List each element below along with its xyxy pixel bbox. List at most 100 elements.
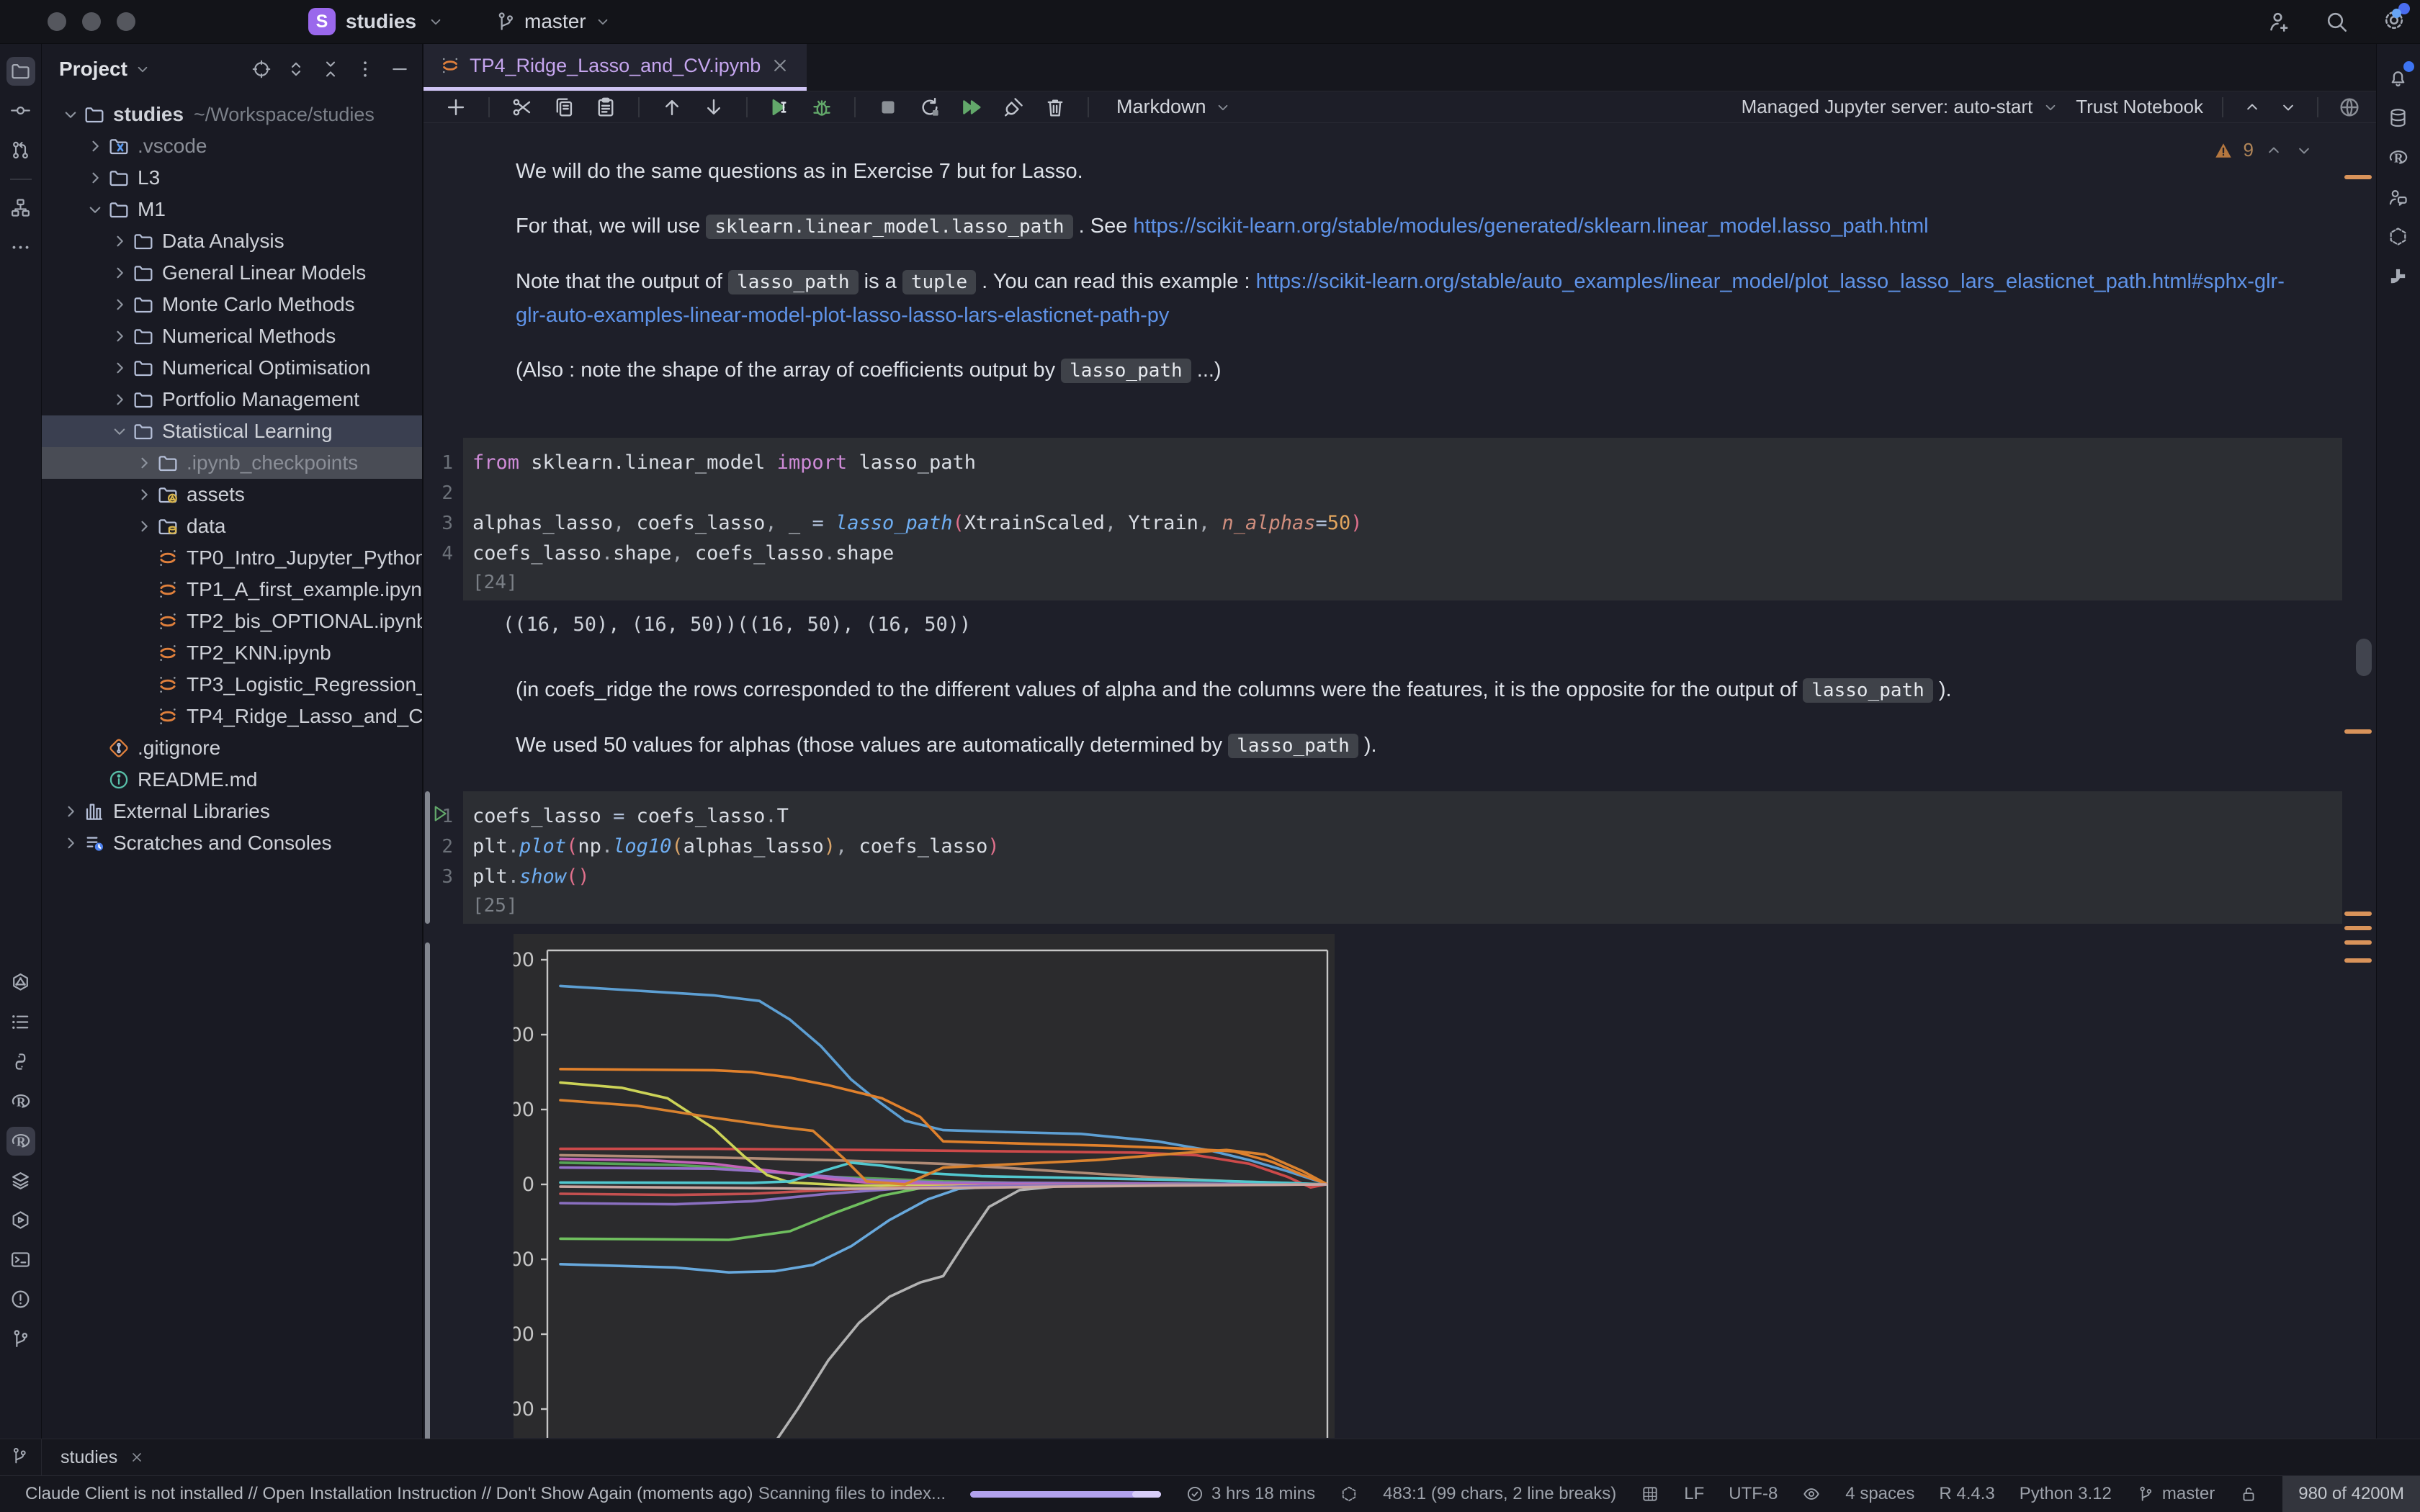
tree-row-tp4-ridge-lasso-and-cv-ip[interactable]: TP4_Ridge_Lasso_and_CV.ip	[42, 701, 422, 732]
arrow-down-button[interactable]	[702, 95, 726, 120]
tool-strip-button-collab[interactable]	[2384, 183, 2413, 212]
lock-open-icon[interactable]	[2239, 1485, 2258, 1503]
tree-row-readme-md[interactable]: README.md	[42, 764, 422, 796]
run-all-button[interactable]	[959, 95, 984, 120]
cell-type-select[interactable]: Markdown	[1116, 96, 1232, 118]
tree-row--vscode[interactable]: .vscode	[42, 130, 422, 162]
warning-stripe-mark[interactable]	[2344, 729, 2372, 734]
tool-strip-button-r-lang[interactable]: R	[2384, 143, 2413, 172]
run-cell-button[interactable]	[768, 95, 792, 120]
project-panel-title[interactable]: Project	[59, 58, 152, 81]
tree-row-data-analysis[interactable]: Data Analysis	[42, 225, 422, 257]
code-cell-1[interactable]: 1from sklearn.linear_model import lasso_…	[424, 438, 2376, 600]
prev-cell-button[interactable]	[2242, 97, 2262, 117]
line-ending[interactable]: LF	[1684, 1484, 1704, 1504]
tree-row-studies[interactable]: studies~/Workspace/studies	[42, 99, 422, 130]
warning-stripe-mark[interactable]	[2344, 175, 2372, 179]
tool-strip-button-notifications[interactable]	[2384, 64, 2413, 93]
time-tracker[interactable]: 3 hrs 18 mins	[1186, 1484, 1315, 1504]
window-close-button[interactable]	[48, 12, 66, 31]
window-minimize-button[interactable]	[82, 12, 101, 31]
warning-stripe-mark[interactable]	[2344, 958, 2372, 963]
caret-position[interactable]: 483:1 (99 chars, 2 line breaks)	[1383, 1484, 1616, 1504]
chevron-right-icon[interactable]	[109, 325, 130, 347]
settings-button[interactable]	[2381, 7, 2407, 37]
hyperlink[interactable]: https://scikit-learn.org/stable/modules/…	[1133, 215, 1928, 238]
chevron-right-icon[interactable]	[133, 516, 155, 537]
tool-strip-button-ai-graph[interactable]	[6, 968, 35, 997]
debug-cell-button[interactable]	[810, 95, 834, 120]
chevron-right-icon[interactable]	[109, 262, 130, 284]
warning-stripe-mark[interactable]	[2344, 912, 2372, 916]
tree-row-portfolio-management[interactable]: Portfolio Management	[42, 384, 422, 415]
tree-row--gitignore[interactable]: .gitignore	[42, 732, 422, 764]
tool-strip-button-problems[interactable]	[6, 1285, 35, 1314]
inspections-widget[interactable]: 9	[2213, 139, 2314, 161]
code-line[interactable]: 3alphas_lasso, coefs_lasso, _ = lasso_pa…	[424, 508, 2376, 539]
editor-scrollbar[interactable]	[2356, 639, 2372, 676]
chevron-down-icon[interactable]	[84, 199, 106, 220]
stop-button[interactable]	[876, 95, 900, 120]
chevron-right-icon[interactable]	[109, 294, 130, 315]
tree-row-general-linear-models[interactable]: General Linear Models	[42, 257, 422, 289]
tree-row-tp1-a-first-example-ipynb[interactable]: TP1_A_first_example.ipynb	[42, 574, 422, 606]
code-line[interactable]: 4coefs_lasso.shape, coefs_lasso.shape	[424, 539, 2376, 569]
scissors-button[interactable]	[510, 95, 534, 120]
add-user-icon[interactable]	[2266, 9, 2292, 35]
warning-stripe-mark[interactable]	[2344, 926, 2372, 930]
tree-row-statistical-learning[interactable]: Statistical Learning	[42, 415, 422, 447]
tool-strip-button-hexagon[interactable]	[2384, 222, 2413, 251]
tree-row-data[interactable]: data	[42, 510, 422, 542]
python-interpreter[interactable]: Python 3.12	[2020, 1484, 2112, 1504]
expand-all-icon[interactable]	[285, 58, 307, 80]
close-icon[interactable]	[769, 55, 791, 76]
eye-icon[interactable]	[1802, 1485, 1821, 1503]
tool-strip-button-services[interactable]	[6, 1206, 35, 1235]
tool-strip-button-python[interactable]	[6, 1048, 35, 1076]
globe-icon[interactable]	[2337, 95, 2362, 120]
file-encoding[interactable]: UTF-8	[1729, 1484, 1778, 1504]
clear-button[interactable]	[1001, 95, 1026, 120]
git-branch-status[interactable]: master	[2136, 1484, 2215, 1504]
hexagon-icon[interactable]	[1340, 1485, 1358, 1503]
notebook-scroll-area[interactable]: 9 We will do the same questions as in Ex…	[424, 123, 2376, 1439]
code-cell-2[interactable]: 1coefs_lasso = coefs_lasso.T2plt.plot(np…	[424, 791, 2376, 924]
tree-row-tp0-intro-jupyter-python-ip[interactable]: TP0_Intro_Jupyter_Python.ip	[42, 542, 422, 574]
tree-row-l3[interactable]: L3	[42, 162, 422, 194]
plus-button[interactable]	[444, 95, 468, 120]
code-line[interactable]: 1from sklearn.linear_model import lasso_…	[424, 448, 2376, 478]
hyperlink[interactable]: glr-auto-examples-linear-model-plot-lass…	[516, 304, 1169, 327]
chevron-right-icon[interactable]	[84, 167, 106, 189]
branch-widget[interactable]: master	[494, 10, 612, 33]
tool-tab-studies[interactable]: studies	[42, 1439, 163, 1475]
chevron-down-icon[interactable]	[109, 420, 130, 442]
jupyter-server-select[interactable]: Managed Jupyter server: auto-start	[1742, 96, 2061, 118]
chevron-right-icon[interactable]	[109, 230, 130, 252]
next-warning-button[interactable]	[2294, 140, 2314, 161]
chevron-right-icon[interactable]	[60, 832, 81, 854]
project-widget[interactable]: S studies	[308, 8, 445, 35]
collapse-all-icon[interactable]	[320, 58, 341, 80]
tool-strip-button-todo[interactable]	[6, 1008, 35, 1037]
tool-strip-button-terminal[interactable]	[6, 1246, 35, 1274]
tool-strip-button-more[interactable]	[6, 233, 35, 262]
tree-row-tp3-logistic-regression-ar[interactable]: TP3_Logistic_Regression_ar	[42, 669, 422, 701]
tree-row-m1[interactable]: M1	[42, 194, 422, 225]
status-message[interactable]: Claude Client is not installed // Open I…	[25, 1484, 753, 1504]
version-control-tool-button[interactable]	[0, 1439, 42, 1475]
tab-notebook[interactable]: TP4_Ridge_Lasso_and_CV.ipynb	[424, 44, 807, 91]
copy-button[interactable]	[552, 95, 576, 120]
minus-icon[interactable]	[389, 58, 411, 80]
tool-strip-button-r-tools[interactable]: R	[6, 1127, 35, 1156]
arrow-up-button[interactable]	[660, 95, 684, 120]
search-icon[interactable]	[2323, 9, 2349, 35]
tool-strip-button-database[interactable]	[2384, 104, 2413, 132]
code-line[interactable]: 2	[424, 478, 2376, 508]
chevron-right-icon[interactable]	[60, 801, 81, 822]
tree-row-tp2-knn-ipynb[interactable]: TP2_KNN.ipynb	[42, 637, 422, 669]
tree-row-assets[interactable]: assets	[42, 479, 422, 510]
chevron-right-icon[interactable]	[133, 452, 155, 474]
tool-strip-button-folder-tool[interactable]	[6, 57, 35, 86]
trash-button[interactable]	[1043, 95, 1067, 120]
code-line[interactable]: 2plt.plot(np.log10(alphas_lasso), coefs_…	[424, 832, 2376, 862]
